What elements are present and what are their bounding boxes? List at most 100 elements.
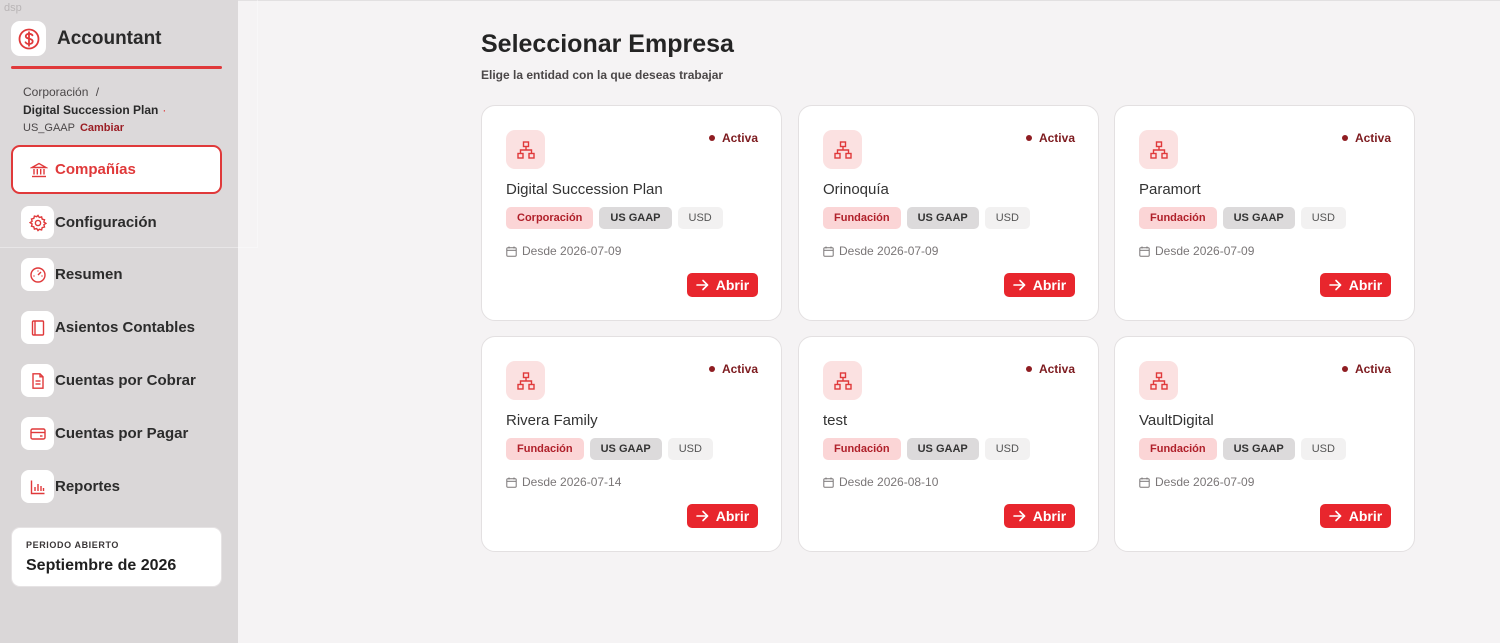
company-name: test (823, 412, 848, 429)
sidebar-item-reportes[interactable]: Reportes (11, 462, 222, 511)
entity-type-tag: Corporación (506, 207, 594, 229)
status-badge: Activa (1025, 362, 1075, 376)
sidebar-item-cobrar[interactable]: Cuentas por Cobrar (11, 356, 222, 405)
company-name: Rivera Family (506, 412, 598, 429)
currency-tag: USD (984, 207, 1030, 229)
arrow-right-icon (695, 510, 709, 522)
open-button-label: Abrir (1032, 277, 1067, 293)
accounting-standard-tag: US GAAP (1222, 438, 1295, 460)
status-badge: Activa (1341, 362, 1391, 376)
company-tags: Corporación US GAAP USD (506, 207, 723, 229)
open-company-button[interactable]: Abrir (1004, 273, 1075, 297)
since-date-label: Desde 2026-07-14 (522, 475, 622, 489)
sidebar-item-companias[interactable]: Compañías (11, 145, 222, 194)
breadcrumb-entity: Digital Succession Plan · (23, 103, 166, 117)
company-tags: Fundación US GAAP USD (823, 438, 1030, 460)
brand-divider (11, 66, 222, 69)
status-label: Activa (721, 362, 758, 376)
breadcrumb-dot: · (162, 103, 167, 117)
open-company-button[interactable]: Abrir (687, 504, 758, 528)
open-company-button[interactable]: Abrir (1320, 504, 1391, 528)
sidebar-item-label: Cuentas por Pagar (55, 425, 189, 442)
invoice-icon (21, 364, 54, 397)
org-chart-icon (823, 361, 862, 400)
book-icon (21, 311, 54, 344)
sidebar-item-label: Compañías (55, 161, 136, 178)
open-button-label: Abrir (1348, 508, 1383, 524)
accounting-standard-tag: US GAAP (906, 438, 979, 460)
company-card[interactable]: Activa test Fundación US GAAP USD Desde 2026-… (798, 336, 1099, 552)
company-tags: Fundación US GAAP USD (506, 438, 713, 460)
status-dot (1025, 135, 1032, 141)
status-badge: Activa (1025, 131, 1075, 145)
gear-icon (21, 206, 54, 239)
company-name: Paramort (1139, 181, 1201, 198)
company-card[interactable]: Activa Paramort Fundación US GAAP USD Desde 2… (1114, 105, 1415, 321)
currency-tag: USD (677, 207, 723, 229)
period-value: Septiembre de 2026 (26, 557, 177, 574)
open-button-label: Abrir (1348, 277, 1383, 293)
company-tags: Fundación US GAAP USD (1139, 207, 1346, 229)
page-title: Seleccionar Empresa (481, 30, 734, 58)
open-button-label: Abrir (715, 508, 750, 524)
arrow-right-icon (695, 279, 709, 291)
arrow-right-icon (1328, 279, 1342, 291)
company-card[interactable]: Activa Orinoquía Fundación US GAAP USD Desde … (798, 105, 1099, 321)
change-entity-link[interactable]: Cambiar (80, 122, 124, 134)
app-name: Accountant (57, 27, 162, 49)
status-label: Activa (1038, 362, 1075, 376)
status-dot (1341, 135, 1348, 141)
status-label: Activa (1038, 131, 1075, 145)
since-date: Desde 2026-07-09 (1139, 475, 1254, 489)
gauge-icon (21, 258, 54, 291)
calendar-icon (823, 246, 839, 257)
since-date-label: Desde 2026-07-09 (1155, 475, 1255, 489)
company-card[interactable]: Activa Digital Succession Plan Corporación… (481, 105, 782, 321)
company-card[interactable]: Activa VaultDigital Fundación US GAAP USD Des… (1114, 336, 1415, 552)
company-tags: Fundación US GAAP USD (1139, 438, 1346, 460)
calendar-icon (1139, 246, 1155, 257)
accounting-standard-tag: US GAAP (1222, 207, 1295, 229)
company-name: Orinoquía (823, 181, 889, 198)
sidebar-item-pagar[interactable]: Cuentas por Pagar (11, 409, 222, 458)
org-chart-icon (1139, 361, 1178, 400)
company-name: Digital Succession Plan (506, 181, 663, 198)
calendar-icon (506, 246, 522, 257)
open-button-label: Abrir (1032, 508, 1067, 524)
open-company-button[interactable]: Abrir (687, 273, 758, 297)
entity-type-tag: Fundación (1139, 207, 1217, 229)
currency-tag: USD (667, 438, 713, 460)
arrow-right-icon (1012, 279, 1026, 291)
sidebar-item-configuracion[interactable]: Configuración (11, 198, 222, 247)
currency-tag: USD (1300, 438, 1346, 460)
accounting-standard-tag: US GAAP (906, 207, 979, 229)
since-date: Desde 2026-08-10 (823, 475, 938, 489)
currency-tag: USD (984, 438, 1030, 460)
breadcrumb-standard: US_GAAP Cambiar (23, 122, 124, 134)
status-dot (708, 135, 715, 141)
page-subtitle: Elige la entidad con la que deseas traba… (481, 68, 724, 82)
open-company-button[interactable]: Abrir (1004, 504, 1075, 528)
org-chart-icon (823, 130, 862, 169)
sidebar-item-asientos[interactable]: Asientos Contables (11, 303, 222, 352)
status-dot (1025, 366, 1032, 372)
breadcrumb-separator: / (95, 85, 100, 99)
ghost-text: dsp (4, 2, 22, 14)
status-dot (1341, 366, 1348, 372)
calendar-icon (1139, 477, 1155, 488)
company-card[interactable]: Activa Rivera Family Fundación US GAAP USD De… (481, 336, 782, 552)
since-date: Desde 2026-07-09 (1139, 244, 1254, 258)
company-name: VaultDigital (1139, 412, 1214, 429)
calendar-icon (506, 477, 522, 488)
status-badge: Activa (708, 131, 758, 145)
since-date: Desde 2026-07-09 (823, 244, 938, 258)
since-date-label: Desde 2026-07-09 (522, 244, 622, 258)
open-company-button[interactable]: Abrir (1320, 273, 1391, 297)
sidebar-item-resumen[interactable]: Resumen (11, 250, 222, 299)
currency-tag: USD (1300, 207, 1346, 229)
since-date: Desde 2026-07-09 (506, 244, 621, 258)
status-badge: Activa (708, 362, 758, 376)
brand[interactable]: Accountant (11, 21, 162, 56)
status-label: Activa (1354, 362, 1391, 376)
org-chart-icon (506, 130, 545, 169)
